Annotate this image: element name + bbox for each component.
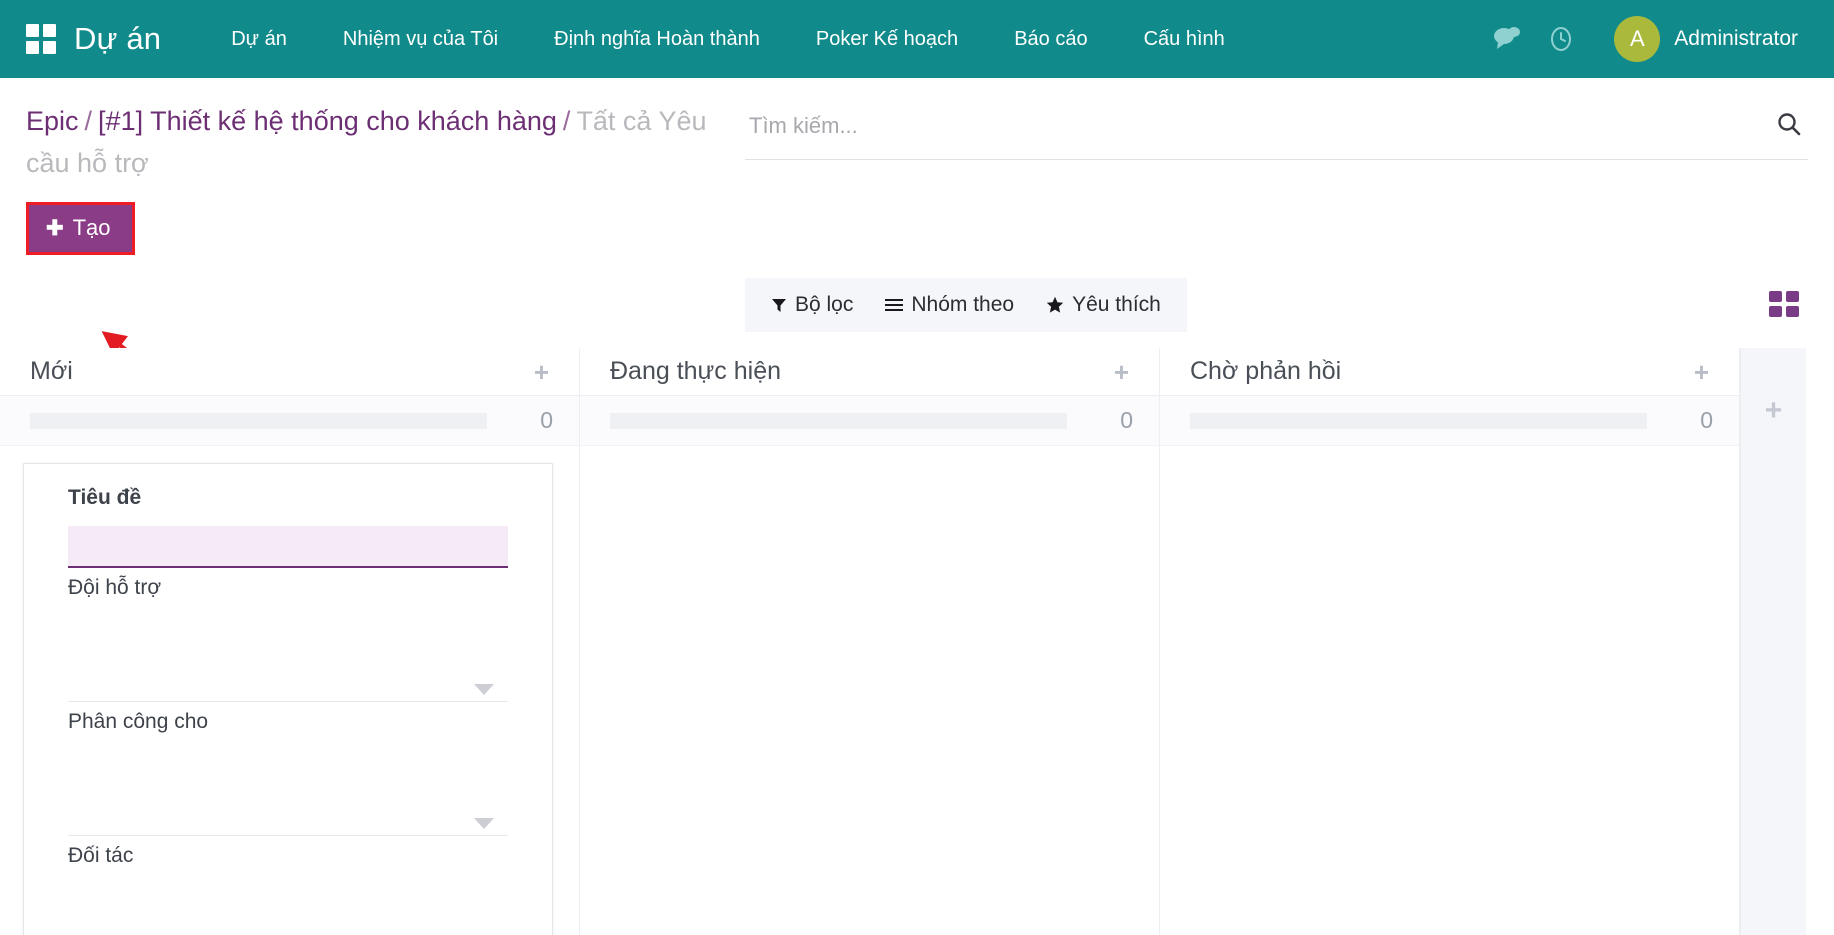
support-team-field-block: Đội hỗ trợ <box>68 576 508 702</box>
search-input[interactable] <box>745 113 1766 147</box>
create-button-wrapper: ✚ Tạo <box>26 202 719 255</box>
favorites-label: Yêu thích <box>1072 293 1161 317</box>
nav-menu: Dự án Nhiệm vụ của Tôi Định nghĩa Hoàn t… <box>203 0 1480 78</box>
user-menu[interactable]: A Administrator <box>1614 16 1798 62</box>
username-label: Administrator <box>1674 27 1798 51</box>
brand-title[interactable]: Dự án <box>74 21 161 57</box>
column-add-card-button[interactable]: + <box>530 359 553 385</box>
assigned-to-field-block: Phân công cho <box>68 710 508 836</box>
kanban-column-waiting-feedback: Chờ phản hồi + 0 <box>1160 348 1740 935</box>
hamburger-icon <box>885 298 903 312</box>
partner-select[interactable] <box>68 884 508 935</box>
breadcrumb-root[interactable]: Epic <box>26 106 79 136</box>
board-toolbar: Bộ lọc Nhóm theo Yêu thích <box>745 278 1187 332</box>
clock-icon[interactable] <box>1534 12 1588 66</box>
partner-field-block: Đối tác <box>68 844 508 935</box>
add-column-button[interactable]: + <box>1740 348 1806 935</box>
kanban-grid-icon <box>1769 291 1799 317</box>
top-navigation-bar: Dự án Dự án Nhiệm vụ của Tôi Định nghĩa … <box>0 0 1834 78</box>
breadcrumb-separator-2: / <box>563 106 571 136</box>
nav-item-my-tasks[interactable]: Nhiệm vụ của Tôi <box>315 0 526 78</box>
column-progress: 0 <box>580 396 1159 446</box>
breadcrumb-separator-1: / <box>85 106 93 136</box>
column-progress: 0 <box>0 396 579 446</box>
kanban-column-in-progress: Đang thực hiện + 0 <box>580 348 1160 935</box>
plus-icon: ✚ <box>46 218 64 239</box>
create-button-label: Tạo <box>73 215 111 241</box>
breadcrumb-item[interactable]: [#1] Thiết kế hệ thống cho khách hàng <box>98 106 557 136</box>
chevron-down-icon <box>474 684 494 695</box>
progress-bar <box>610 413 1067 429</box>
grid-apps-icon[interactable] <box>26 24 56 54</box>
page-header-left: Epic/[#1] Thiết kế hệ thống cho khách hà… <box>0 78 745 255</box>
search-icon[interactable] <box>1766 111 1808 148</box>
group-by-label: Nhóm theo <box>911 293 1014 317</box>
progress-bar <box>30 413 487 429</box>
column-title: Mới <box>30 357 530 386</box>
quick-create-card: Tiêu đề Đội hỗ trợ Phân công cho Đối tác… <box>23 463 553 935</box>
filter-button[interactable]: Bộ lọc <box>755 278 869 332</box>
filter-icon <box>771 297 787 313</box>
assigned-to-select[interactable] <box>68 750 508 836</box>
page-body: Epic/[#1] Thiết kế hệ thống cho khách hà… <box>0 78 1834 935</box>
partner-label: Đối tác <box>68 844 508 868</box>
avatar: A <box>1614 16 1660 62</box>
progress-bar <box>1190 413 1647 429</box>
filter-label: Bộ lọc <box>795 293 853 317</box>
search-bar <box>745 100 1808 160</box>
star-icon <box>1046 296 1064 314</box>
column-add-card-button[interactable]: + <box>1110 359 1133 385</box>
support-team-label: Đội hỗ trợ <box>68 576 508 600</box>
create-button[interactable]: ✚ Tạo <box>26 202 135 255</box>
favorites-button[interactable]: Yêu thích <box>1030 278 1177 332</box>
nav-item-projects[interactable]: Dự án <box>203 0 315 78</box>
column-header: Mới + <box>0 348 579 396</box>
column-card-list[interactable] <box>1160 446 1739 935</box>
nav-item-definition-of-done[interactable]: Định nghĩa Hoàn thành <box>526 0 788 78</box>
group-by-button[interactable]: Nhóm theo <box>869 278 1030 332</box>
column-header: Đang thực hiện + <box>580 348 1159 396</box>
column-title: Chờ phản hồi <box>1190 357 1690 386</box>
nav-item-reports[interactable]: Báo cáo <box>986 0 1115 78</box>
chat-bubble-icon[interactable] <box>1480 12 1534 66</box>
nav-item-configuration[interactable]: Cấu hình <box>1116 0 1253 78</box>
assigned-to-label: Phân công cho <box>68 710 508 734</box>
support-team-select[interactable] <box>68 616 508 702</box>
column-add-card-button[interactable]: + <box>1690 359 1713 385</box>
column-title: Đang thực hiện <box>610 357 1110 386</box>
column-header: Chờ phản hồi + <box>1160 348 1739 396</box>
title-field-label: Tiêu đề <box>68 486 508 510</box>
column-progress: 0 <box>1160 396 1739 446</box>
kanban-view-toggle-button[interactable] <box>1758 278 1810 330</box>
title-input[interactable] <box>68 526 508 568</box>
column-count: 0 <box>1087 407 1133 434</box>
chevron-down-icon <box>474 818 494 829</box>
column-card-list[interactable] <box>580 446 1159 935</box>
nav-right-actions: A Administrator <box>1480 12 1808 66</box>
breadcrumb: Epic/[#1] Thiết kế hệ thống cho khách hà… <box>26 100 719 184</box>
column-count: 0 <box>507 407 553 434</box>
column-count: 0 <box>1667 407 1713 434</box>
nav-item-planning-poker[interactable]: Poker Kế hoạch <box>788 0 986 78</box>
title-field-block: Tiêu đề <box>68 486 508 568</box>
